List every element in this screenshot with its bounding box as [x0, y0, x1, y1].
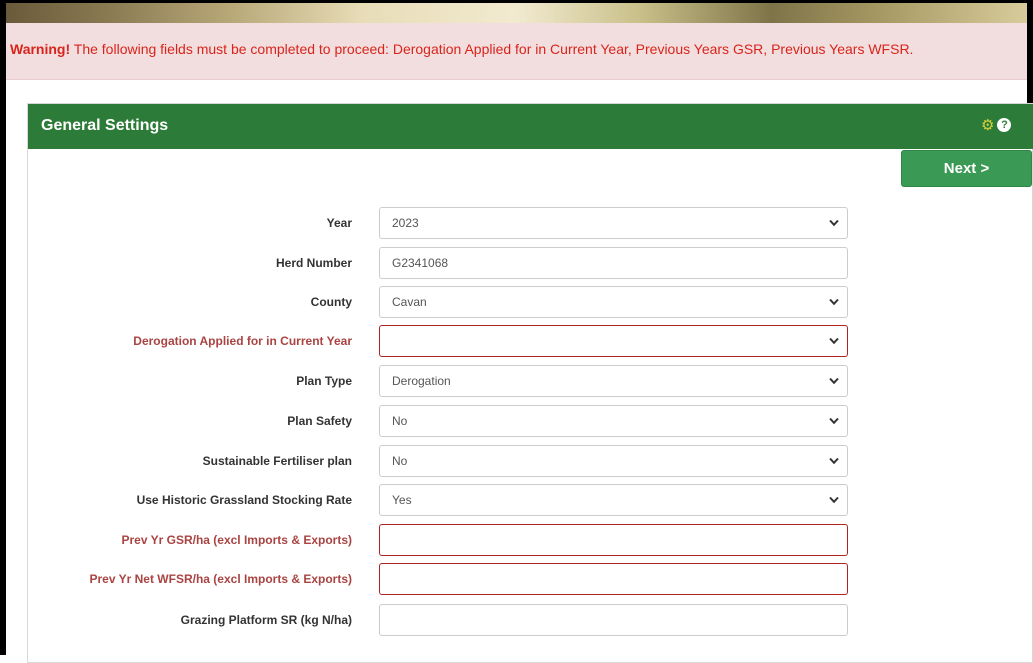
plan-safety-select[interactable]: No: [379, 405, 848, 437]
chevron-down-icon: [829, 496, 839, 504]
chevron-down-icon: [829, 377, 839, 385]
form-row-plan-type: Plan Type Derogation: [6, 365, 1027, 397]
historic-grassland-stocking-rate-label: Use Historic Grassland Stocking Rate: [136, 493, 352, 507]
alert-message: The following fields must be completed t…: [70, 41, 914, 57]
chevron-down-icon: [829, 337, 839, 345]
plan-type-label: Plan Type: [296, 374, 352, 388]
county-value: Cavan: [392, 295, 427, 309]
year-value: 2023: [392, 216, 419, 230]
alert-strong: Warning!: [10, 41, 71, 57]
herd-number-input[interactable]: G2341068: [379, 247, 848, 279]
derogation-current-year-select[interactable]: [379, 325, 848, 357]
herd-number-value: G2341068: [392, 256, 449, 270]
derogation-current-year-label: Derogation Applied for in Current Year: [133, 334, 352, 348]
chevron-down-icon: [829, 417, 839, 425]
sustainable-fertiliser-plan-value: No: [392, 454, 408, 468]
plan-safety-value: No: [392, 414, 408, 428]
historic-grassland-stocking-rate-value: Yes: [392, 493, 412, 507]
form-row-historic-grassland-stocking-rate: Use Historic Grassland Stocking Rate Yes: [6, 484, 1027, 516]
form-row-derogation-current-year: Derogation Applied for in Current Year: [6, 325, 1027, 357]
historic-grassland-stocking-rate-select[interactable]: Yes: [379, 484, 848, 516]
panel-header: General Settings ⚙ ?: [28, 104, 1033, 149]
sustainable-fertiliser-plan-label: Sustainable Fertiliser plan: [202, 454, 352, 468]
prev-yr-net-wfsr-label: Prev Yr Net WFSR/ha (excl Imports & Expo…: [89, 572, 352, 586]
plan-type-select[interactable]: Derogation: [379, 365, 848, 397]
year-select[interactable]: 2023: [379, 207, 848, 239]
form-row-grazing-platform-sr: Grazing Platform SR (kg N/ha): [6, 604, 1027, 636]
form-row-county: County Cavan: [6, 286, 1027, 318]
grazing-platform-sr-label: Grazing Platform SR (kg N/ha): [180, 613, 352, 627]
grazing-platform-sr-input[interactable]: [379, 604, 848, 636]
chevron-down-icon: [829, 219, 839, 227]
year-label: Year: [326, 216, 352, 230]
gear-icon[interactable]: ⚙: [981, 118, 994, 133]
panel-header-icons: ⚙ ?: [981, 116, 1012, 134]
next-button[interactable]: Next >: [901, 150, 1032, 187]
form-row-prev-yr-gsr: Prev Yr GSR/ha (excl Imports & Exports): [6, 524, 1027, 556]
chevron-down-icon: [829, 457, 839, 465]
warning-alert: Warning! The following fields must be co…: [6, 23, 1027, 80]
header-banner-image: [6, 3, 1027, 23]
form-row-year: Year 2023: [6, 207, 1027, 239]
prev-yr-net-wfsr-input[interactable]: [379, 563, 848, 595]
prev-yr-gsr-input[interactable]: [379, 524, 848, 556]
form-row-prev-yr-net-wfsr: Prev Yr Net WFSR/ha (excl Imports & Expo…: [6, 563, 1027, 595]
plan-type-value: Derogation: [392, 374, 451, 388]
form-row-herd-number: Herd Number G2341068: [6, 247, 1027, 279]
county-label: County: [310, 295, 352, 309]
chevron-down-icon: [829, 298, 839, 306]
plan-safety-label: Plan Safety: [287, 414, 352, 428]
county-select[interactable]: Cavan: [379, 286, 848, 318]
help-icon[interactable]: ?: [997, 118, 1012, 132]
sustainable-fertiliser-plan-select[interactable]: No: [379, 445, 848, 477]
herd-number-label: Herd Number: [275, 256, 352, 270]
prev-yr-gsr-label: Prev Yr GSR/ha (excl Imports & Exports): [121, 533, 352, 547]
panel-title: General Settings: [41, 117, 169, 134]
form-row-sustainable-fertiliser-plan: Sustainable Fertiliser plan No: [6, 445, 1027, 477]
form-row-plan-safety: Plan Safety No: [6, 405, 1027, 437]
